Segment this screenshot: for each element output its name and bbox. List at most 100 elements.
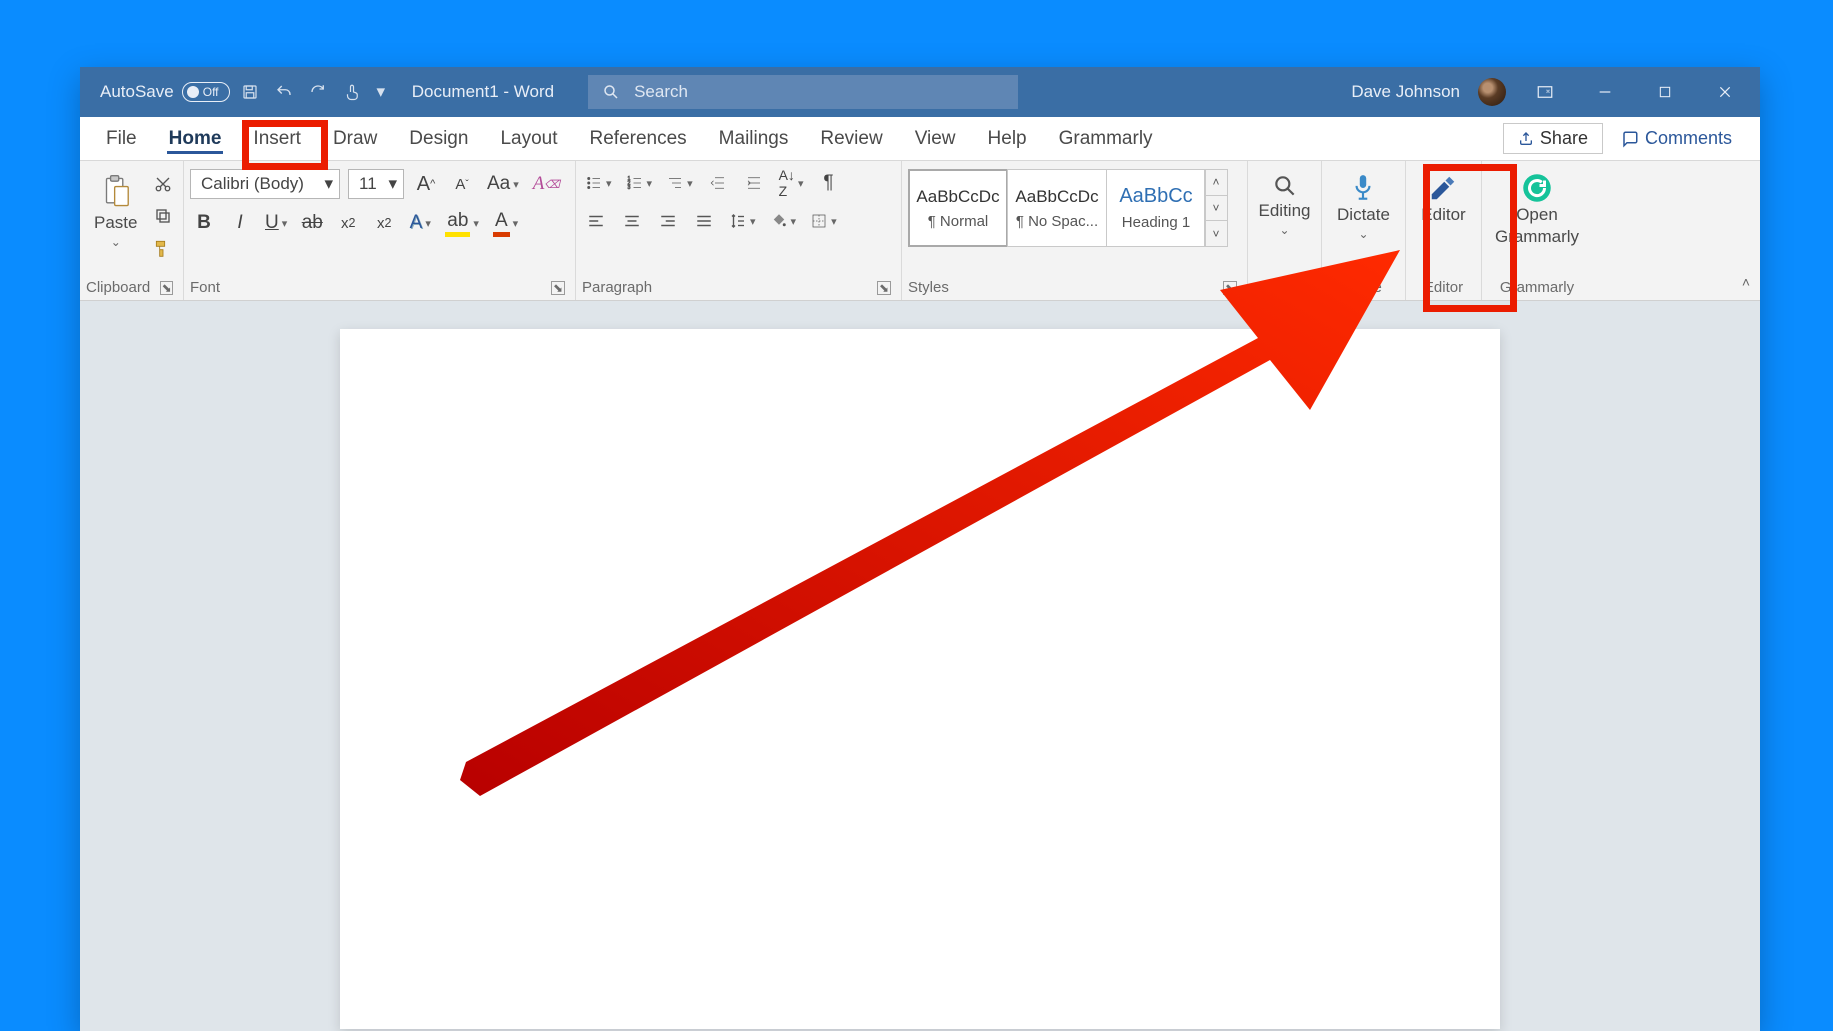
align-center-button[interactable] bbox=[618, 207, 646, 235]
shading-button[interactable] bbox=[767, 207, 800, 235]
bullets-button[interactable] bbox=[582, 169, 615, 197]
styles-expand-icon[interactable]: ˅ bbox=[1205, 221, 1227, 246]
tab-design[interactable]: Design bbox=[393, 120, 484, 158]
search-icon bbox=[602, 83, 620, 101]
document-page[interactable] bbox=[340, 329, 1500, 1029]
search-placeholder: Search bbox=[634, 82, 688, 102]
decrease-indent-button[interactable] bbox=[704, 169, 732, 197]
document-title: Document1 - Word bbox=[412, 82, 554, 102]
voice-group-label: Voice bbox=[1345, 279, 1382, 296]
comments-button[interactable]: Comments bbox=[1613, 124, 1740, 153]
svg-text:3: 3 bbox=[627, 185, 630, 191]
clear-formatting-button[interactable]: A⌫ bbox=[530, 170, 563, 198]
align-right-button[interactable] bbox=[654, 207, 682, 235]
font-name-combo[interactable]: Calibri (Body)▾ bbox=[190, 169, 340, 199]
share-icon bbox=[1518, 131, 1534, 147]
undo-button[interactable] bbox=[270, 78, 298, 106]
font-color-button[interactable]: A bbox=[490, 209, 521, 237]
subscript-button[interactable]: x2 bbox=[334, 209, 362, 237]
style-no-spacing[interactable]: AaBbCcDc ¶ No Spac... bbox=[1007, 169, 1107, 247]
borders-button[interactable] bbox=[807, 207, 840, 235]
sort-button[interactable]: A↓Z bbox=[776, 169, 807, 197]
tab-review[interactable]: Review bbox=[804, 120, 898, 158]
save-button[interactable] bbox=[236, 78, 264, 106]
chevron-down-icon[interactable]: ˅ bbox=[1205, 196, 1227, 222]
search-box[interactable]: Search bbox=[588, 75, 1018, 109]
styles-group-label: Styles bbox=[908, 279, 949, 296]
cut-button[interactable] bbox=[151, 173, 175, 195]
copy-button[interactable] bbox=[151, 205, 175, 227]
styles-dialog-launcher[interactable]: ⬊ bbox=[1223, 281, 1237, 295]
editor-button[interactable]: Editor bbox=[1413, 169, 1473, 227]
increase-indent-button[interactable] bbox=[740, 169, 768, 197]
qat-customize[interactable]: ▾ bbox=[372, 78, 390, 106]
tab-insert[interactable]: Insert bbox=[237, 120, 317, 158]
group-font: Calibri (Body)▾ 11▾ A^ Aˇ Aa A⌫ B I U ab… bbox=[184, 161, 576, 300]
maximize-button[interactable] bbox=[1644, 72, 1686, 112]
search-icon bbox=[1272, 173, 1298, 199]
tab-file[interactable]: File bbox=[90, 120, 153, 158]
tab-help[interactable]: Help bbox=[972, 120, 1043, 158]
grow-font-button[interactable]: A^ bbox=[412, 170, 440, 198]
clipboard-dialog-launcher[interactable]: ⬊ bbox=[160, 281, 173, 295]
word-window: AutoSave Off ▾ Document1 - Word Search D… bbox=[80, 67, 1760, 1031]
format-painter-button[interactable] bbox=[151, 237, 175, 259]
highlight-button[interactable]: ab bbox=[442, 209, 482, 237]
touch-mode-button[interactable] bbox=[338, 78, 366, 106]
tab-home[interactable]: Home bbox=[153, 120, 238, 158]
style-heading-1[interactable]: AaBbCc Heading 1 bbox=[1106, 169, 1206, 247]
autosave-label: AutoSave bbox=[100, 82, 174, 102]
comments-label: Comments bbox=[1645, 128, 1732, 149]
minimize-button[interactable] bbox=[1584, 72, 1626, 112]
font-size-combo[interactable]: 11▾ bbox=[348, 169, 404, 199]
underline-button[interactable]: U bbox=[262, 209, 290, 237]
redo-button[interactable] bbox=[304, 78, 332, 106]
change-case-button[interactable]: Aa bbox=[484, 170, 522, 198]
bold-button[interactable]: B bbox=[190, 209, 218, 237]
align-left-button[interactable] bbox=[582, 207, 610, 235]
shrink-font-button[interactable]: Aˇ bbox=[448, 170, 476, 198]
text-effects-button[interactable]: A bbox=[406, 209, 434, 237]
tab-mailings[interactable]: Mailings bbox=[703, 120, 805, 158]
multilevel-list-button[interactable] bbox=[663, 169, 696, 197]
editing-button[interactable]: Editing ⌄ bbox=[1251, 169, 1319, 239]
user-name[interactable]: Dave Johnson bbox=[1351, 82, 1460, 102]
strikethrough-button[interactable]: ab bbox=[298, 209, 326, 237]
tab-references[interactable]: References bbox=[574, 120, 703, 158]
grammarly-group-label: Grammarly bbox=[1500, 279, 1574, 296]
ribbon-display-options[interactable] bbox=[1524, 72, 1566, 112]
show-hide-button[interactable]: ¶ bbox=[814, 169, 842, 197]
editor-pen-icon bbox=[1428, 173, 1458, 203]
italic-button[interactable]: I bbox=[226, 209, 254, 237]
paste-button[interactable]: Paste ⌄ bbox=[86, 169, 145, 251]
style-normal[interactable]: AaBbCcDc ¶ Normal bbox=[908, 169, 1008, 247]
clipboard-icon bbox=[99, 173, 133, 211]
autosave-toggle[interactable]: Off bbox=[182, 82, 230, 102]
autosave-control[interactable]: AutoSave Off bbox=[100, 82, 230, 102]
group-styles: AaBbCcDc ¶ Normal AaBbCcDc ¶ No Spac... … bbox=[902, 161, 1248, 300]
close-button[interactable] bbox=[1704, 72, 1746, 112]
justify-button[interactable] bbox=[690, 207, 718, 235]
open-grammarly-button[interactable]: Open Grammarly bbox=[1487, 169, 1587, 249]
styles-gallery-scroll[interactable]: ˄ ˅ ˅ bbox=[1204, 169, 1228, 247]
document-area bbox=[80, 301, 1760, 1031]
chevron-up-icon[interactable]: ˄ bbox=[1205, 170, 1227, 196]
tab-layout[interactable]: Layout bbox=[484, 120, 573, 158]
dictate-button[interactable]: Dictate ⌄ bbox=[1329, 169, 1398, 243]
paragraph-dialog-launcher[interactable]: ⬊ bbox=[877, 281, 891, 295]
superscript-button[interactable]: x2 bbox=[370, 209, 398, 237]
group-paragraph: 123 A↓Z ¶ bbox=[576, 161, 902, 300]
numbering-button[interactable]: 123 bbox=[623, 169, 656, 197]
chevron-down-icon: ⌄ bbox=[1358, 227, 1368, 241]
share-button[interactable]: Share bbox=[1503, 123, 1603, 154]
grammarly-icon bbox=[1522, 173, 1552, 203]
tab-draw[interactable]: Draw bbox=[317, 120, 393, 158]
tab-view[interactable]: View bbox=[899, 120, 972, 158]
font-dialog-launcher[interactable]: ⬊ bbox=[551, 281, 565, 295]
avatar[interactable] bbox=[1478, 78, 1506, 106]
grammarly-label: Grammarly bbox=[1495, 227, 1579, 247]
tab-grammarly[interactable]: Grammarly bbox=[1043, 120, 1169, 158]
chevron-down-icon: ⌄ bbox=[1279, 223, 1289, 237]
collapse-ribbon-button[interactable]: ˄ bbox=[1742, 274, 1750, 290]
line-spacing-button[interactable] bbox=[726, 207, 759, 235]
